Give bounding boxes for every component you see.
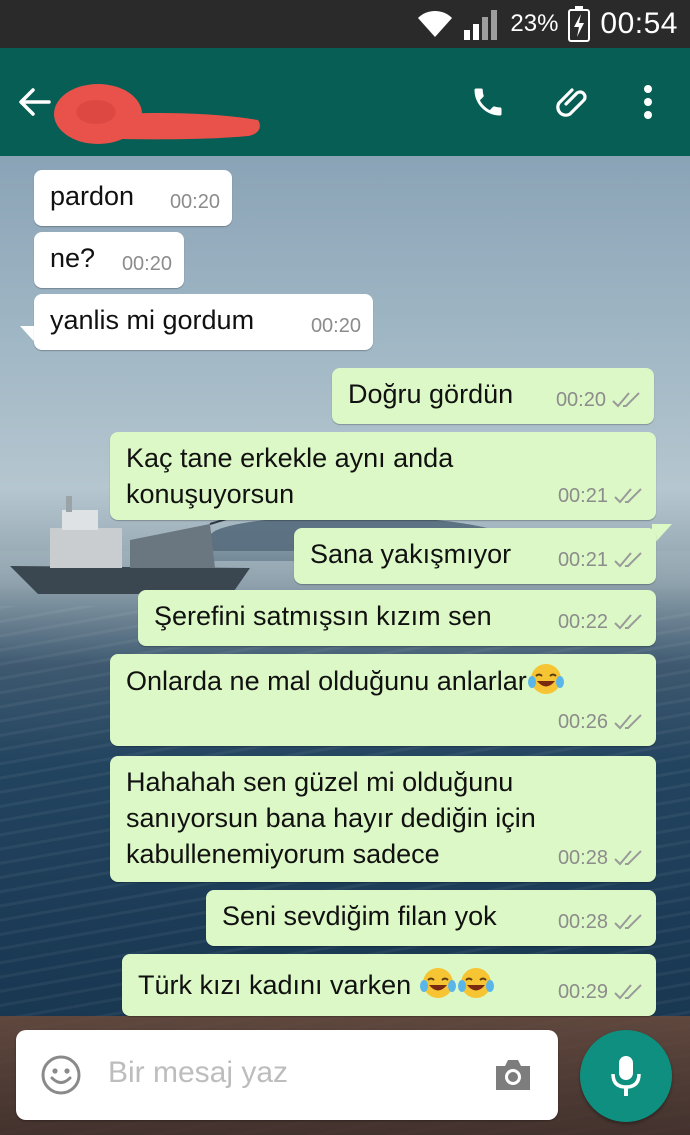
message-bubble-outgoing[interactable]: Doğru gördün 00:20 bbox=[332, 368, 654, 424]
message-text-line: konuşuyorsun bbox=[126, 479, 295, 509]
laughing-tears-emoji-icon bbox=[527, 664, 564, 694]
message-text: Seni sevdiğim filan yok bbox=[222, 901, 497, 931]
laughing-tears-emoji-icon bbox=[419, 968, 456, 998]
double-check-icon bbox=[614, 614, 642, 630]
message-text-line: sanıyorsun bana hayır dediğin için bbox=[126, 803, 536, 833]
message-text-line: Hahahah sen güzel mi olduğunu bbox=[126, 767, 514, 797]
redaction-scribble bbox=[54, 84, 260, 144]
status-bar: 23% 00:54 bbox=[0, 0, 690, 48]
message-time: 00:26 bbox=[557, 711, 608, 733]
laughing-tears-emoji-icon bbox=[457, 968, 494, 998]
more-options-button[interactable] bbox=[620, 74, 676, 130]
message-bubble-outgoing[interactable]: Seni sevdiğim filan yok 00:28 bbox=[206, 890, 656, 946]
redacted-contact-name[interactable] bbox=[48, 82, 264, 148]
message-time: 00:22 bbox=[557, 611, 608, 633]
message-text: yanlis mi gordum bbox=[50, 305, 255, 335]
message-bubble-outgoing[interactable]: Hahahah sen güzel mi olduğunu sanıyorsun… bbox=[110, 756, 656, 882]
double-check-icon bbox=[614, 850, 642, 866]
signal-icon bbox=[464, 10, 498, 40]
message-bubble-outgoing[interactable]: Türk kızı kadını varken 00:29 bbox=[122, 954, 656, 1016]
voice-record-button[interactable] bbox=[580, 1030, 672, 1122]
message-text-block: Kaç tane erkekle aynı anda konuşuyorsun bbox=[126, 440, 453, 512]
battery-charging-icon bbox=[568, 6, 591, 42]
message-text: Sana yakışmıyor bbox=[310, 539, 512, 569]
message-text: Şerefini satmışsın kızım sen bbox=[154, 601, 492, 631]
microphone-icon bbox=[611, 1056, 641, 1096]
message-time: 00:28 bbox=[557, 911, 608, 933]
message-time: 00:20 bbox=[555, 389, 606, 411]
message-bubble-outgoing[interactable]: Sana yakışmıyor 00:21 bbox=[294, 528, 656, 584]
message-text: Türk kızı kadını varken bbox=[138, 970, 419, 1000]
arrow-left-icon bbox=[19, 88, 51, 116]
message-bubble-outgoing[interactable]: Kaç tane erkekle aynı anda konuşuyorsun … bbox=[110, 432, 656, 520]
message-text-block: Onlarda ne mal olduğunu anlarlar bbox=[126, 662, 565, 699]
message-text-block: Hahahah sen güzel mi olduğunu sanıyorsun… bbox=[126, 764, 536, 872]
message-text: Doğru gördün bbox=[348, 379, 514, 409]
chat-header bbox=[0, 48, 690, 156]
message-time: 00:21 bbox=[557, 549, 608, 571]
message-text-block: Türk kızı kadını varken bbox=[138, 966, 495, 1003]
message-time: 00:20 bbox=[310, 315, 361, 337]
double-check-icon bbox=[614, 488, 642, 504]
message-text-line: Kaç tane erkekle aynı anda bbox=[126, 443, 454, 473]
message-text: ne? bbox=[50, 243, 96, 273]
message-time: 00:29 bbox=[557, 981, 608, 1003]
message-text-line: kabullenemiyorum sadece bbox=[126, 839, 440, 869]
phone-icon bbox=[474, 88, 502, 116]
wifi-icon bbox=[418, 10, 453, 37]
message-composer[interactable]: Bir mesaj yaz bbox=[16, 1030, 558, 1120]
more-vert-icon bbox=[644, 85, 652, 119]
double-check-icon bbox=[614, 552, 642, 568]
attach-button[interactable] bbox=[544, 74, 600, 130]
voice-call-button[interactable] bbox=[460, 74, 516, 130]
battery-percentage: 23% bbox=[510, 10, 559, 37]
double-check-icon bbox=[612, 392, 640, 408]
message-bubble-outgoing[interactable]: Onlarda ne mal olduğunu anlarlar 00:26 bbox=[110, 654, 656, 746]
message-bubble-outgoing[interactable]: Şerefini satmışsın kızım sen 00:22 bbox=[138, 590, 656, 646]
message-bubble-incoming[interactable]: pardon 00:20 bbox=[34, 170, 232, 226]
smiley-icon[interactable] bbox=[40, 1054, 82, 1096]
message-time: 00:20 bbox=[121, 253, 172, 275]
message-input-placeholder[interactable]: Bir mesaj yaz bbox=[108, 1056, 288, 1090]
message-bubble-incoming[interactable]: ne? 00:20 bbox=[34, 232, 184, 288]
message-time: 00:28 bbox=[557, 847, 608, 869]
camera-icon[interactable] bbox=[492, 1056, 534, 1094]
double-check-icon bbox=[614, 914, 642, 930]
double-check-icon bbox=[614, 984, 642, 1000]
paperclip-icon bbox=[556, 88, 587, 117]
message-text: pardon bbox=[50, 181, 135, 211]
status-clock: 00:54 bbox=[600, 7, 678, 40]
message-time: 00:20 bbox=[169, 191, 220, 213]
message-text: Onlarda ne mal olduğunu anlarlar bbox=[126, 666, 527, 696]
message-time: 00:21 bbox=[557, 485, 608, 507]
message-bubble-incoming[interactable]: yanlis mi gordum 00:20 bbox=[34, 294, 373, 350]
double-check-icon bbox=[614, 714, 642, 730]
